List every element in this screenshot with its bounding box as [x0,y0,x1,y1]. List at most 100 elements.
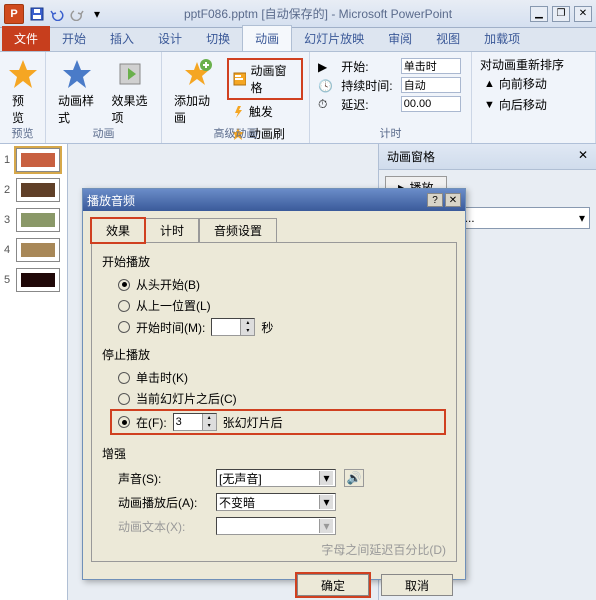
dialog-title: 播放音频 [87,192,135,209]
tab-slideshow[interactable]: 幻灯片放映 [292,26,376,51]
effect-options-icon [114,58,146,90]
quick-access-toolbar: ▾ [28,5,106,23]
title-bar: P ▾ pptF086.pptm [自动保存的] - Microsoft Pow… [0,0,596,28]
group-label-advanced: 高级动画 [162,125,309,141]
cancel-button[interactable]: 取消 [381,574,453,596]
slide-num: 3 [4,214,16,226]
anim-styles-label: 动画样式 [58,92,96,126]
dropdown-icon[interactable]: ▾ [579,211,585,225]
dialog-titlebar[interactable]: 播放音频 ? ✕ [83,189,465,211]
add-anim-label: 添加动画 [174,92,221,126]
slide-num: 5 [4,274,16,286]
slide-num: 1 [4,154,16,166]
start-time-spinner[interactable]: ▴▾ [211,318,255,336]
tab-transitions[interactable]: 切换 [194,26,242,51]
anim-text-label: 动画文本(X): [118,518,208,535]
tab-home[interactable]: 开始 [50,26,98,51]
chevron-down-icon[interactable]: ▾ [319,471,333,485]
slide-thumb-4[interactable] [16,238,60,262]
anim-styles-button[interactable]: 动画样式 [52,56,102,128]
delay-input[interactable] [401,96,461,112]
speaker-button[interactable]: 🔊 [344,469,364,487]
minimize-button[interactable]: ▁ [530,6,548,22]
letter-delay-label: 字母之间延迟百分比(D) [321,541,446,558]
at-slides-spinner[interactable]: ▴▾ [173,413,217,431]
anim-pane-title: 动画窗格 [387,148,435,165]
window-title: pptF086.pptm [自动保存的] - Microsoft PowerPo… [106,5,530,22]
slide-num: 4 [4,244,16,256]
slide-thumb-1[interactable] [16,148,60,172]
start-section-label: 开始播放 [102,253,446,270]
effect-options-button[interactable]: 效果选项 [106,56,156,128]
dialog-tab-effect[interactable]: 效果 [91,218,145,243]
play-icon: ▶ [318,58,335,75]
preview-label: 预览 [12,92,33,126]
tab-animations[interactable]: 动画 [242,25,292,51]
group-label-timing: 计时 [310,125,471,141]
tab-file[interactable]: 文件 [2,26,50,51]
stop-section-label: 停止播放 [102,346,446,363]
radio-on-click[interactable] [118,372,130,384]
slide-thumb-3[interactable] [16,208,60,232]
star-blue-icon [61,58,93,90]
qat-dropdown-icon[interactable]: ▾ [88,5,106,23]
tab-design[interactable]: 设计 [146,26,194,51]
ribbon-tabs: 文件 开始 插入 设计 切换 动画 幻灯片放映 审阅 视图 加载项 [0,28,596,52]
duration-input[interactable] [401,77,461,93]
effect-options-label: 效果选项 [112,92,150,126]
reorder-title: 对动画重新排序 [480,56,587,73]
slides-panel: 1 2 3 4 5 [0,144,68,600]
tab-insert[interactable]: 插入 [98,26,146,51]
group-label-anim: 动画 [46,125,161,141]
clock-icon: 🕓 [318,77,335,94]
close-button[interactable]: ✕ [574,6,592,22]
ribbon: 预览 预览 动画样式 效果选项 动画 添加动画 动画窗格 触发 动画刷 [0,52,596,144]
slide-num: 2 [4,184,16,196]
redo-icon[interactable] [68,5,86,23]
radio-from-last[interactable] [118,300,130,312]
after-anim-combo[interactable]: 不变暗▾ [216,493,336,511]
slide-thumb-2[interactable] [16,178,60,202]
chevron-down-icon: ▾ [319,519,333,533]
star-preview-icon [7,58,39,90]
chevron-down-icon[interactable]: ▾ [319,495,333,509]
dialog-tab-timing[interactable]: 计时 [145,218,199,243]
play-audio-dialog: 播放音频 ? ✕ 效果 计时 音频设置 开始播放 从头开始(B) 从上一位置(L… [82,188,466,580]
pane-close-icon[interactable]: ✕ [578,148,588,165]
anim-pane-icon [233,72,247,86]
group-label-preview: 预览 [0,125,45,141]
dialog-help-button[interactable]: ? [427,193,443,207]
preview-button[interactable]: 预览 [6,56,39,128]
start-label: 开始: [341,58,395,75]
add-anim-icon [181,58,213,90]
save-icon[interactable] [28,5,46,23]
tab-review[interactable]: 审阅 [376,26,424,51]
radio-at-slides[interactable] [118,416,130,428]
app-icon: P [4,4,24,24]
move-earlier-button[interactable]: ▲ 向前移动 [480,73,587,94]
duration-label: 持续时间: [341,77,395,94]
restore-button[interactable]: ❐ [552,6,570,22]
radio-start-time[interactable] [118,321,130,333]
trigger-button[interactable]: 触发 [227,101,303,122]
tab-view[interactable]: 视图 [424,26,472,51]
anim-text-combo: ▾ [216,517,336,535]
enhance-section-label: 增强 [102,445,446,462]
undo-icon[interactable] [48,5,66,23]
dialog-close-button[interactable]: ✕ [445,193,461,207]
after-anim-label: 动画播放后(A): [118,494,208,511]
delay-label: 延迟: [341,96,395,113]
dialog-tab-audio[interactable]: 音频设置 [199,218,277,243]
animation-pane-button[interactable]: 动画窗格 [227,58,303,100]
radio-from-begin[interactable] [118,279,130,291]
ok-button[interactable]: 确定 [297,574,369,596]
slide-thumb-5[interactable] [16,268,60,292]
sound-combo[interactable]: [无声音]▾ [216,469,336,487]
radio-after-current[interactable] [118,393,130,405]
delay-icon: ⏱ [318,96,335,113]
tab-addins[interactable]: 加载项 [472,26,532,51]
move-later-button[interactable]: ▼ 向后移动 [480,94,587,115]
sound-label: 声音(S): [118,470,208,487]
trigger-icon [231,105,245,119]
start-combo[interactable] [401,58,461,74]
